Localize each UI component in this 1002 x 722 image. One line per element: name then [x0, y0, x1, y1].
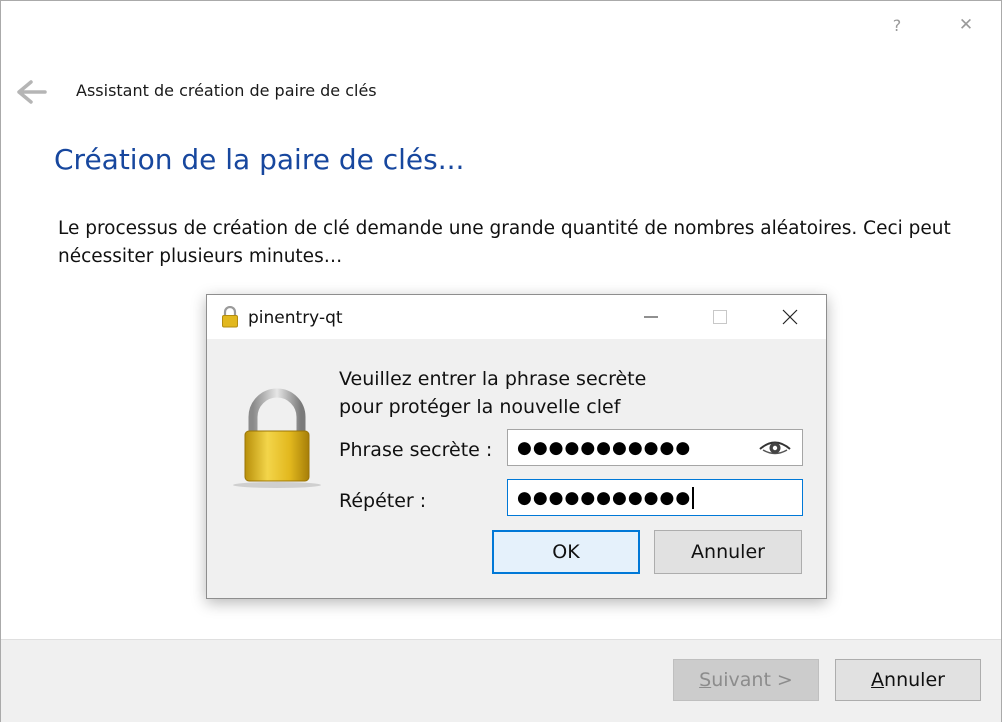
passphrase-input[interactable]: ●●●●●●●●●●●	[507, 429, 803, 466]
arrow-left-icon	[17, 80, 47, 104]
passphrase-label: Phrase secrète :	[339, 439, 493, 461]
key-pair-wizard-window: ? ✕ Assistant de création de paire de cl…	[0, 0, 1002, 722]
next-button[interactable]: Suivant >	[673, 659, 819, 701]
repeat-label: Répéter :	[339, 490, 427, 512]
passphrase-prompt: Veuillez entrer la phrase secrète pour p…	[339, 365, 646, 421]
repeat-passphrase-input[interactable]: ●●●●●●●●●●●	[507, 479, 803, 516]
repeat-value: ●●●●●●●●●●●	[517, 487, 692, 508]
page-heading: Création de la paire de clés...	[54, 143, 465, 176]
pinentry-dialog: pinentry-qt Veuillez entrer la phrase se…	[206, 294, 827, 599]
ok-button-label: OK	[552, 541, 580, 563]
cancel-button[interactable]: Annuler	[835, 659, 981, 701]
padlock-icon	[233, 388, 321, 488]
maximize-button[interactable]	[697, 295, 743, 339]
wizard-footer: Suivant > Annuler	[1, 639, 1001, 722]
eye-icon[interactable]	[758, 437, 792, 459]
prompt-line-2: pour protéger la nouvelle clef	[339, 396, 621, 418]
prompt-line-1: Veuillez entrer la phrase secrète	[339, 368, 647, 390]
close-icon: ✕	[958, 15, 974, 35]
close-button[interactable]: ✕	[951, 11, 981, 39]
minimize-button[interactable]	[628, 295, 674, 339]
maximize-icon	[713, 310, 727, 324]
text-caret	[692, 486, 695, 509]
wizard-title: Assistant de création de paire de clés	[76, 81, 377, 100]
dialog-cancel-button[interactable]: Annuler	[654, 530, 802, 574]
help-button[interactable]: ?	[882, 11, 912, 39]
back-button[interactable]	[13, 77, 49, 107]
ok-button[interactable]: OK	[492, 530, 640, 574]
dialog-close-button[interactable]	[767, 295, 813, 339]
padlock-icon	[222, 306, 238, 328]
close-icon	[782, 309, 798, 325]
dialog-cancel-label: Annuler	[691, 541, 765, 563]
dialog-titlebar: pinentry-qt	[207, 295, 826, 339]
cancel-button-label: Annuler	[871, 669, 945, 691]
passphrase-value: ●●●●●●●●●●●	[517, 437, 692, 458]
next-button-label: Suivant >	[699, 669, 793, 691]
page-description: Le processus de création de clé demande …	[58, 218, 951, 267]
help-icon: ?	[892, 15, 902, 35]
minimize-icon	[644, 316, 658, 318]
dialog-title: pinentry-qt	[248, 308, 343, 328]
